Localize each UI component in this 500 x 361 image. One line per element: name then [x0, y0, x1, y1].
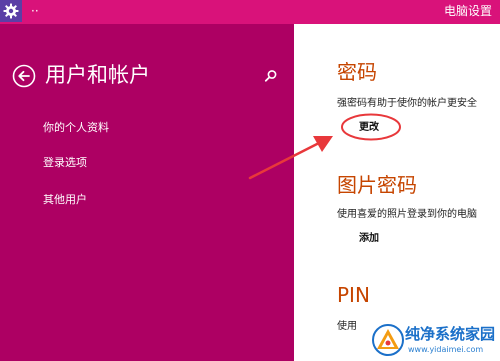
sidebar-item-sign-in-options[interactable]: 登录选项: [43, 156, 87, 170]
watermark-url: www.yidaimei.com: [408, 345, 484, 354]
watermark-logo-icon: [372, 324, 404, 356]
change-password-button[interactable]: 更改: [359, 121, 379, 134]
window-title: 电脑设置: [443, 4, 492, 18]
sidebar-title: 用户和帐户: [45, 63, 150, 87]
watermark-text: 纯净系统家园: [405, 325, 496, 343]
password-description: 强密码有助于使你的帐户更安全: [337, 98, 477, 109]
search-icon[interactable]: [264, 68, 278, 82]
picture-password-section-title: 图片密码: [337, 173, 417, 197]
password-section-title: 密码: [337, 60, 377, 84]
settings-page: ·· 电脑设置 用户和帐户 你的个人资料 登录选项 其他用户 密码 强密码有助于…: [0, 0, 500, 361]
add-picture-password-button[interactable]: 添加: [359, 232, 379, 245]
sidebar-item-other-users[interactable]: 其他用户: [43, 193, 87, 207]
title-bar: ·· 电脑设置: [0, 0, 500, 24]
back-arrow-icon[interactable]: [12, 64, 36, 88]
pin-description: 使用: [337, 321, 357, 332]
pin-section-title: PIN: [337, 283, 370, 307]
menu-glyph[interactable]: ··: [31, 4, 39, 18]
gear-icon[interactable]: [0, 0, 22, 22]
picture-password-description: 使用喜爱的照片登录到你的电脑: [337, 209, 477, 220]
sidebar: 用户和帐户 你的个人资料 登录选项 其他用户: [0, 24, 294, 361]
sidebar-item-profile[interactable]: 你的个人资料: [43, 121, 109, 135]
watermark: 纯净系统家园 www.yidaimei.com: [372, 323, 498, 359]
